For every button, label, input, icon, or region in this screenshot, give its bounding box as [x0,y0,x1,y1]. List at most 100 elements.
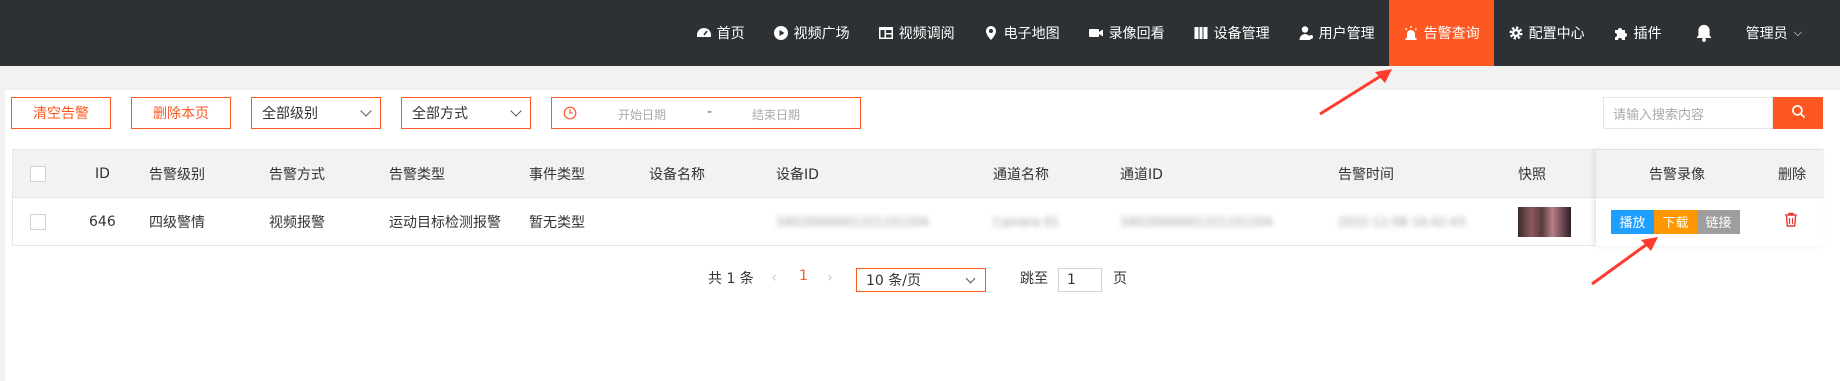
col-header-channel-name: 通道名称 [993,166,1049,183]
nav-item-label: 设备管理 [1213,26,1270,42]
col-header-event: 事件类型 [529,166,585,183]
nav-item-home[interactable]: 首页 [682,0,759,66]
play-circle-icon [773,25,789,41]
table-header: ID 告警级别 告警方式 告警类型 事件类型 设备名称 设备ID 通道名称 通道… [13,150,1822,198]
map-pin-icon [983,25,999,41]
start-date-input[interactable]: 开始日期 [618,106,666,123]
nav-item-label: 告警查询 [1423,26,1480,42]
jump-label: 跳至 [1020,271,1048,287]
search-button[interactable] [1773,97,1823,129]
alarm-light-icon [1403,25,1419,41]
notifications-button[interactable] [1676,0,1732,66]
annotation-arrow-icon [1591,237,1658,286]
nav-item-video-view[interactable]: 视频调阅 [864,0,969,66]
cell-time: 2022-12-08 16:42:43 [1338,214,1466,229]
cell-type: 运动目标检测报警 [389,214,501,231]
search-input[interactable]: 请输入搜索内容 [1603,97,1773,129]
nav-item-config[interactable]: 配置中心 [1494,0,1599,66]
date-separator: - [707,104,713,120]
snapshot-thumbnail[interactable] [1518,206,1571,237]
nav-item-video-square[interactable]: 视频广场 [759,0,864,66]
link-button[interactable]: 链接 [1697,209,1740,234]
annotation-arrow-icon [1319,69,1392,116]
layout-icon [878,25,894,41]
select-all-checkbox[interactable] [30,150,46,197]
delete-row-button[interactable] [1783,198,1799,245]
page-size-value: 10 条/页 [866,273,921,289]
table-row: 646 四级警情 视频报警 运动目标检测报警 暂无类型 340200000013… [13,198,1822,245]
col-header-method: 告警方式 [269,166,325,183]
clear-alarms-button[interactable]: 清空告警 [11,97,111,129]
user-icon [1298,25,1314,41]
nav-item-playback[interactable]: 录像回看 [1074,0,1179,66]
nav-item-plugin[interactable]: 插件 [1599,0,1676,66]
cell-channel-id: 34020000001321101204 [1120,214,1273,229]
date-range-picker[interactable]: 开始日期 - 结束日期 [551,97,861,129]
fixed-header: 告警录像 删除 [1596,150,1824,198]
cell-event: 暂无类型 [529,214,585,231]
bell-icon [1694,23,1714,43]
nav-item-label: 配置中心 [1528,26,1585,42]
clock-icon [563,106,577,120]
alarm-table: ID 告警级别 告警方式 告警类型 事件类型 设备名称 设备ID 通道名称 通道… [12,149,1824,246]
cell-snapshot[interactable] [1518,198,1571,245]
col-header-delete: 删除 [1778,166,1806,183]
user-name: 管理员 [1745,26,1788,42]
download-button[interactable]: 下载 [1654,209,1697,234]
user-menu[interactable]: 管理员 ⌵ [1732,0,1840,66]
delete-page-button[interactable]: 删除本页 [131,97,231,129]
nav-item-label: 录像回看 [1108,26,1165,42]
nav-item-device[interactable]: 设备管理 [1179,0,1284,66]
row-checkbox[interactable] [30,198,46,245]
cell-id: 646 [89,213,116,230]
chevron-down-icon [965,273,976,284]
col-header-device-id: 设备ID [776,166,819,183]
nav-item-label: 首页 [716,26,745,42]
nav-item-map[interactable]: 电子地图 [969,0,1074,66]
col-header-device-name: 设备名称 [649,166,705,183]
trash-icon [1783,211,1799,232]
col-header-level: 告警级别 [149,166,205,183]
cell-method: 视频报警 [269,214,325,231]
delete-page-label: 删除本页 [153,106,209,122]
method-select[interactable]: 全部方式 [401,97,531,129]
clear-alarms-label: 清空告警 [33,106,89,122]
col-header-time: 告警时间 [1338,166,1394,183]
pagination-total: 共 1 条 [708,271,754,287]
puzzle-icon [1613,25,1629,41]
top-nav-bar: 首页 视频广场 视频调阅 电子地图 录像回看 设备管理 用户管理 告警查询 配置… [0,0,1840,66]
nav-item-label: 视频调阅 [898,26,955,42]
search-placeholder: 请输入搜索内容 [1613,107,1705,123]
cell-level: 四级警情 [149,214,205,231]
jump-page-input[interactable]: 1 [1058,268,1102,292]
page-size-select[interactable]: 10 条/页 [856,268,986,292]
col-header-record: 告警录像 [1649,166,1705,183]
nav-item-label: 插件 [1633,26,1662,42]
next-page-icon[interactable]: › [827,268,833,292]
method-select-value: 全部方式 [412,106,468,122]
nav-item-label: 用户管理 [1318,26,1375,42]
page-suffix: 页 [1113,271,1127,287]
jump-page-value: 1 [1067,272,1076,288]
device-icon [1193,25,1209,41]
nav-menu: 首页 视频广场 视频调阅 电子地图 录像回看 设备管理 用户管理 告警查询 配置… [682,0,1840,66]
end-date-input[interactable]: 结束日期 [752,106,800,123]
col-header-type: 告警类型 [389,166,445,183]
level-select-value: 全部级别 [262,106,318,122]
col-header-id: ID [95,165,110,182]
chevron-down-icon [510,105,522,117]
play-button[interactable]: 播放 [1611,209,1654,234]
page-number-current[interactable]: 1 [799,268,808,292]
col-header-snapshot: 快照 [1518,166,1546,183]
video-camera-icon [1088,25,1104,41]
nav-item-label: 电子地图 [1003,26,1060,42]
prev-page-icon[interactable]: ‹ [771,268,777,292]
cell-channel-name: Camera 01 [993,214,1060,229]
col-header-channel-id: 通道ID [1120,166,1163,183]
nav-item-alarm[interactable]: 告警查询 [1388,0,1494,66]
dashboard-icon [696,25,712,41]
nav-item-user[interactable]: 用户管理 [1284,0,1389,66]
chevron-down-icon: ⌵ [1793,26,1802,39]
level-select[interactable]: 全部级别 [251,97,381,129]
search-icon [1791,104,1806,123]
